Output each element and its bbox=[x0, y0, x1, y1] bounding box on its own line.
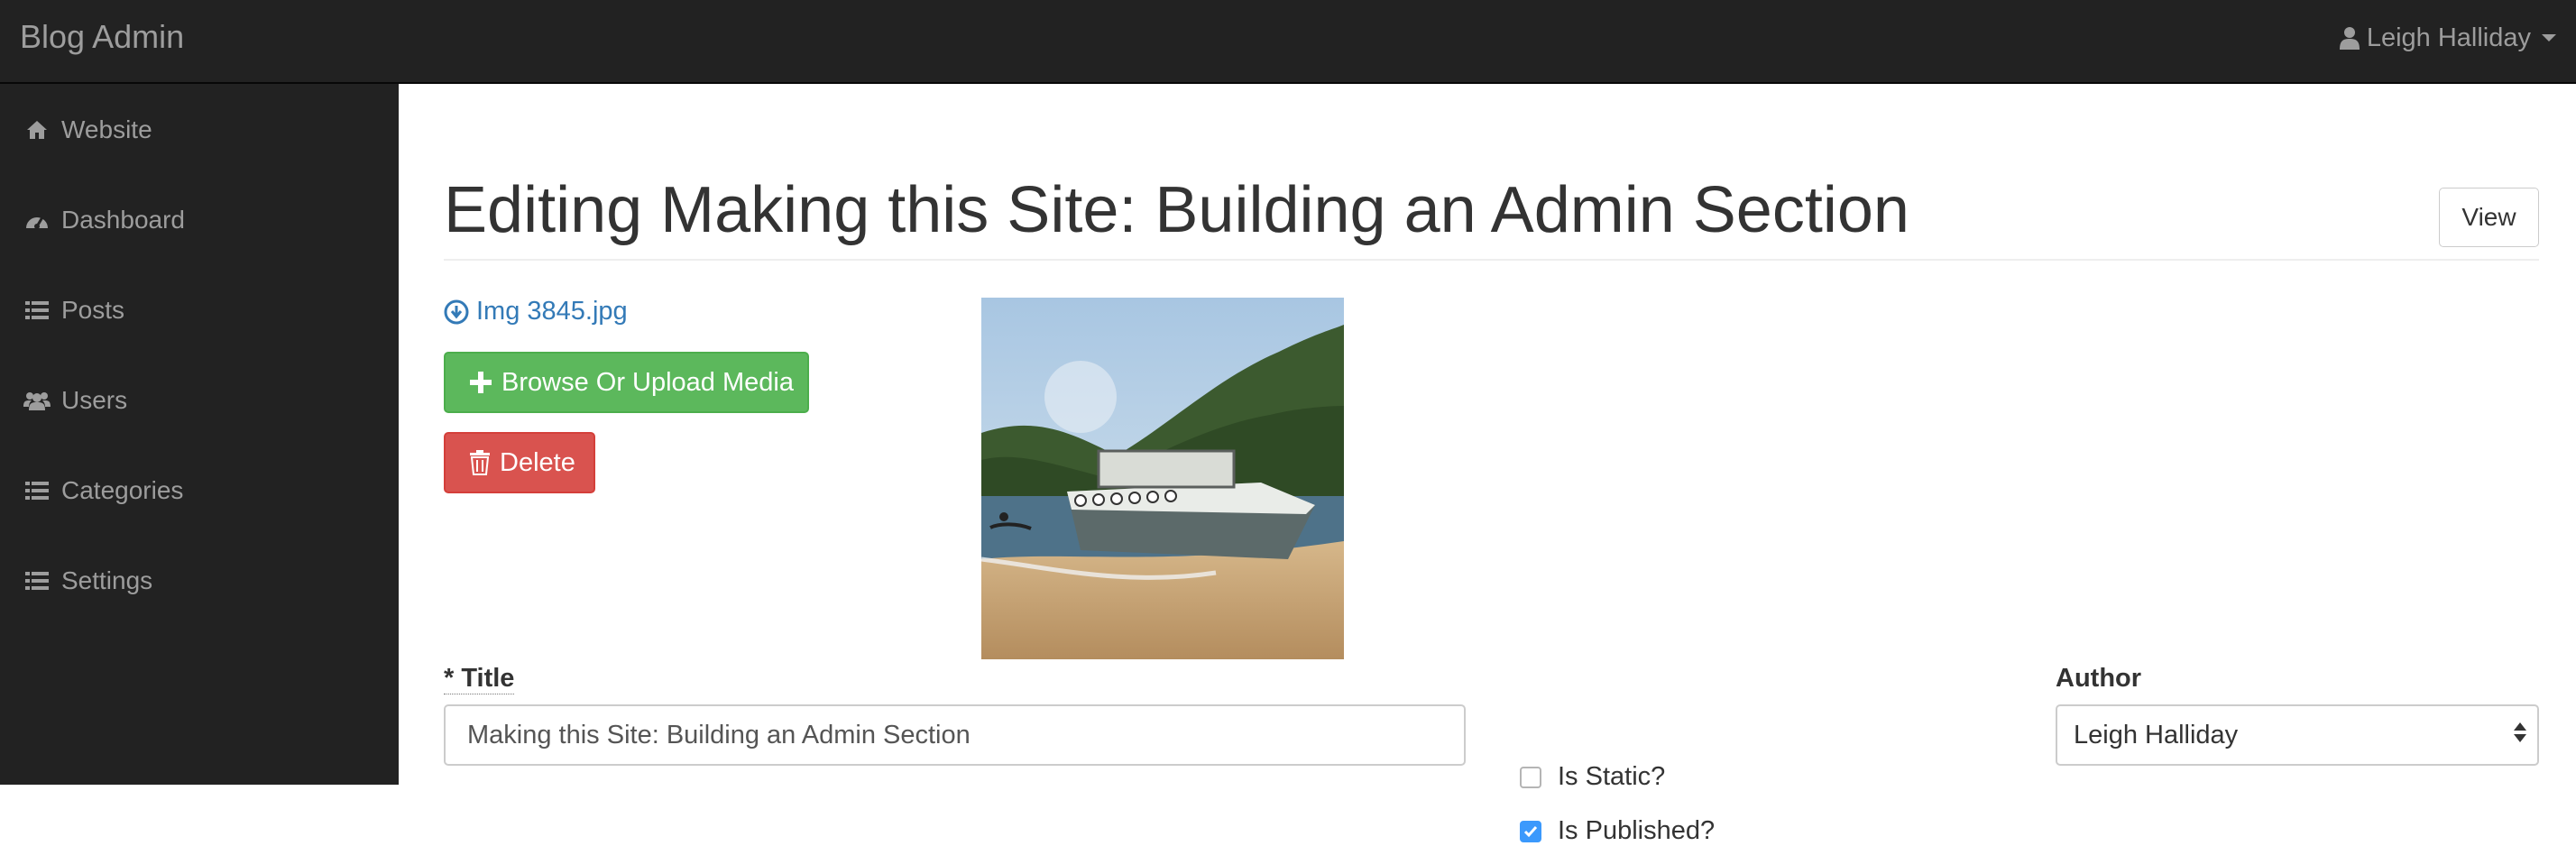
title-input[interactable]: Making this Site: Building an Admin Sect… bbox=[444, 704, 1466, 766]
is-published-checkbox-row[interactable]: Is Published? bbox=[1520, 816, 1715, 846]
is-static-label: Is Static? bbox=[1558, 762, 1666, 791]
sidebar-item-categories[interactable]: Categories bbox=[0, 464, 399, 518]
delete-media-button[interactable]: Delete bbox=[444, 432, 595, 493]
author-field-label: Author bbox=[2056, 664, 2142, 693]
is-published-label: Is Published? bbox=[1558, 816, 1716, 845]
sidebar-item-label: Settings bbox=[61, 566, 153, 594]
users-icon bbox=[23, 387, 51, 414]
sidebar-item-label: Dashboard bbox=[61, 206, 185, 234]
main-content: Editing Making this Site: Building an Ad… bbox=[399, 84, 2576, 845]
brand-link[interactable]: Blog Admin bbox=[20, 16, 184, 58]
sidebar-item-label: Categories bbox=[61, 476, 184, 504]
checkmark-icon bbox=[1523, 825, 1538, 837]
author-selected-value: Leigh Halliday bbox=[2074, 720, 2239, 749]
sidebar-item-label: Posts bbox=[61, 296, 125, 324]
home-icon bbox=[23, 116, 51, 143]
list-icon bbox=[23, 477, 51, 504]
is-static-checkbox-row[interactable]: Is Static? bbox=[1520, 762, 1665, 792]
sidebar-item-label: Website bbox=[61, 115, 152, 143]
sidebar-item-settings[interactable]: Settings bbox=[0, 554, 399, 608]
plus-icon bbox=[470, 372, 492, 393]
dashboard-icon bbox=[23, 207, 51, 234]
is-published-checkbox[interactable] bbox=[1520, 820, 1541, 842]
list-icon bbox=[23, 297, 51, 324]
download-icon bbox=[444, 299, 469, 324]
media-file-name: Img 3845.jpg bbox=[476, 297, 628, 326]
sidebar: Website Dashboard Posts Users Categories… bbox=[0, 84, 399, 785]
chevron-down-icon bbox=[2542, 34, 2556, 41]
delete-label: Delete bbox=[500, 447, 575, 477]
sidebar-item-users[interactable]: Users bbox=[0, 373, 399, 428]
sidebar-item-website[interactable]: Website bbox=[0, 103, 399, 157]
title-divider bbox=[444, 259, 2539, 261]
page-title: Editing Making this Site: Building an Ad… bbox=[444, 174, 1909, 246]
user-menu-dropdown[interactable]: Leigh Halliday bbox=[2339, 20, 2556, 56]
view-button[interactable]: View bbox=[2439, 188, 2539, 247]
sidebar-item-label: Users bbox=[61, 386, 128, 414]
sidebar-item-dashboard[interactable]: Dashboard bbox=[0, 193, 399, 247]
author-select[interactable]: Leigh Halliday bbox=[2056, 704, 2539, 766]
sidebar-item-posts[interactable]: Posts bbox=[0, 283, 399, 337]
upload-label: Browse Or Upload Media bbox=[501, 367, 794, 397]
top-navbar: Blog Admin Leigh Halliday bbox=[0, 0, 2576, 84]
trash-icon bbox=[470, 450, 490, 475]
list-icon bbox=[23, 567, 51, 594]
title-field-label: * Title bbox=[444, 664, 515, 694]
browse-upload-media-button[interactable]: Browse Or Upload Media bbox=[444, 352, 809, 413]
select-arrows-icon bbox=[2514, 722, 2526, 742]
user-icon bbox=[2339, 27, 2360, 50]
media-file-link[interactable]: Img 3845.jpg bbox=[444, 297, 628, 326]
user-name: Leigh Halliday bbox=[2366, 23, 2531, 52]
media-preview-image bbox=[981, 298, 1344, 659]
